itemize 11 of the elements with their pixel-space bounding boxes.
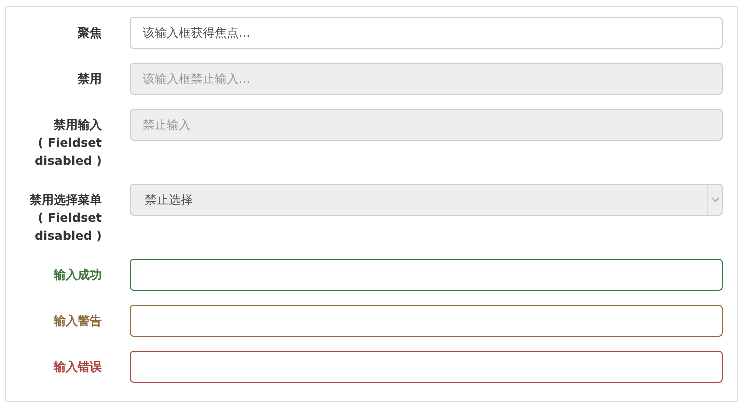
field-label: 输入错误	[52, 359, 102, 376]
caret-icon	[707, 185, 722, 215]
field-label: 输入警告	[52, 313, 102, 330]
input-field[interactable]	[130, 305, 723, 337]
input-field[interactable]	[130, 351, 723, 383]
field-label: 禁用	[77, 71, 102, 88]
input-field[interactable]	[130, 259, 723, 291]
field-label: 禁用选择菜单 ( Fieldset disabled )	[29, 192, 102, 245]
field-label: 聚焦	[77, 25, 102, 42]
field-label: 禁用输入 ( Fieldset disabled )	[34, 117, 102, 170]
field-label: 输入成功	[52, 267, 102, 284]
